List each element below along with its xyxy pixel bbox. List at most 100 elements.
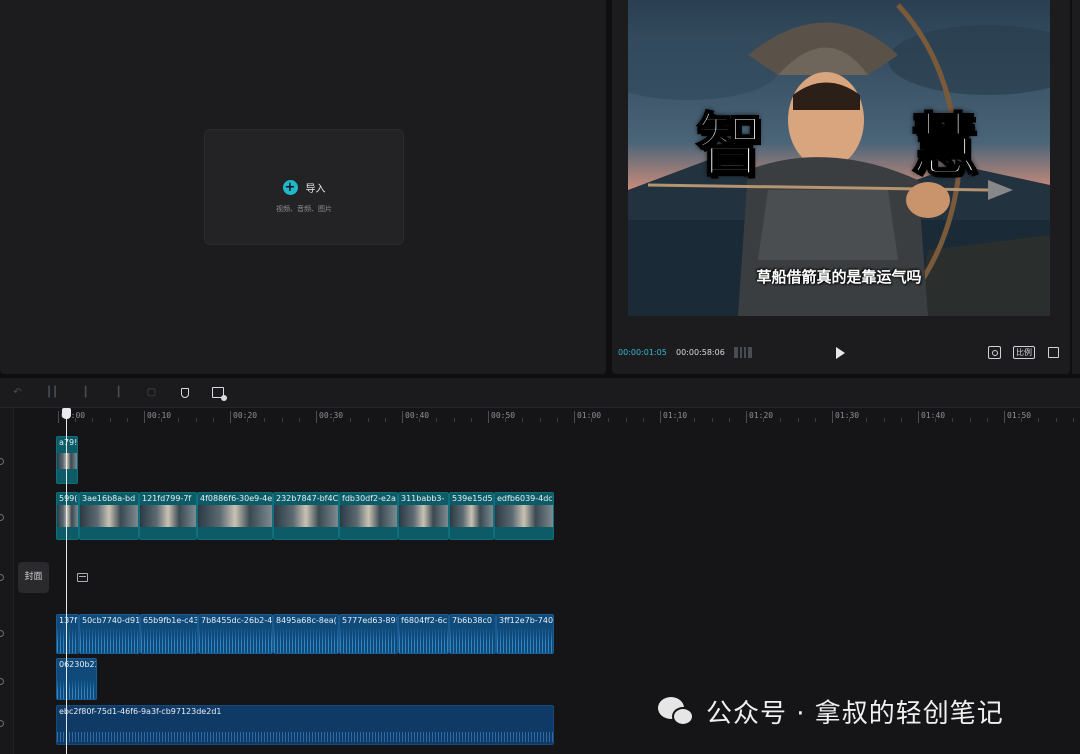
ruler-label: 00:30 [319,411,344,420]
import-hint: 视频、音频、图片 [276,205,332,213]
audio-waveform [274,627,338,653]
split-left-icon[interactable]: ┃ [80,387,91,398]
ratio-button[interactable]: 比例 [1013,346,1035,359]
audio-clip[interactable]: 8495a68c-8ea( [273,614,339,654]
ruler-minor-tick [625,418,627,422]
ruler-minor-tick [1072,418,1074,422]
clip-label: fdb30df2-e2a [342,494,396,503]
clip-thumbnail [340,505,397,527]
track-toggle-icon[interactable] [0,678,4,685]
ruler-label: 01:20 [749,411,774,420]
marker-icon[interactable] [181,388,189,398]
clip-thumbnail [57,505,78,527]
audio-clip[interactable]: 137f [56,614,79,654]
ruler-minor-tick [883,418,885,422]
audio-clip[interactable]: f6804ff2-6c [398,614,449,654]
clip-label: 599( [59,494,78,503]
track-toggle-icon[interactable] [0,458,4,465]
ruler-minor-tick [849,418,851,422]
video-clip[interactable]: 3ae16b8a-bd [79,492,139,540]
music-clip[interactable]: ebc2f80f-75d1-46f6-9a3f-cb97123de2d1 [56,705,554,745]
video-clip[interactable]: 599( [56,492,79,540]
ruler-minor-tick [935,418,937,422]
clip-label: 65b9fb1e-c43 [143,616,198,625]
audio-clip[interactable]: 3ff12e7b-740a [496,614,554,654]
clip-label: 8495a68c-8ea( [276,616,337,625]
subtitle-text: 草船借箭真的是靠运气吗 [756,268,922,286]
ruler-minor-tick [178,418,180,422]
video-clip[interactable]: 539e15d5 [449,492,494,540]
play-icon[interactable] [836,347,845,359]
overlay-clip[interactable]: a79! [56,436,78,484]
ruler-label: 00:40 [405,411,430,420]
caption-left: 智 [695,106,765,186]
audio-clip[interactable]: 7b6b38c0 [449,614,496,654]
ruler-minor-tick [866,418,868,422]
split-right-icon[interactable]: ┃ [113,387,124,398]
ruler-tick [316,411,317,423]
ruler-minor-tick [780,418,782,422]
playhead[interactable] [62,408,71,754]
ruler-tick [1004,411,1005,423]
split-icon[interactable]: ┃┃ [46,387,58,398]
ruler-minor-tick [1055,418,1057,422]
ruler-minor-tick [814,418,816,422]
cover-button[interactable]: 封面 [18,562,49,593]
fullscreen-icon[interactable] [1048,347,1059,358]
import-button[interactable]: + 导入 视频、音频、图片 [204,129,404,245]
audio-clip[interactable]: 5777ed63-89! [339,614,398,654]
video-clip[interactable]: fdb30df2-e2a [339,492,398,540]
clip-thumbnail [140,505,196,527]
ruler-minor-tick [350,418,352,422]
undo-icon[interactable]: ↶ [12,387,23,398]
video-clip[interactable]: 4f0886f6-30e9-4e [197,492,273,540]
ruler-minor-tick [763,418,765,422]
audio-waveform [80,627,139,653]
ruler-minor-tick [986,418,988,422]
video-clip[interactable]: edfb6039-4dc [494,492,554,540]
ruler-minor-tick [384,418,386,422]
ruler-minor-tick [75,418,77,422]
clip-thumbnail [274,505,338,527]
ruler-minor-tick [1021,418,1023,422]
ruler-minor-tick [92,418,94,422]
video-clip[interactable]: 121fd799-7f [139,492,197,540]
grid-icon[interactable] [734,347,752,358]
audio-clip[interactable]: 7b8455dc-26b2-4 [198,614,273,654]
audio-waveform [57,732,553,742]
clip-thumbnail [57,453,77,469]
track-toggle-icon[interactable] [0,720,4,727]
ruler-tick [402,411,403,423]
delete-icon[interactable]: ▢ [146,387,157,398]
track-toggle-icon[interactable] [0,630,4,637]
clip-thumbnail [399,505,448,527]
audio-waveform [450,627,495,653]
track-header-column [0,408,14,754]
audio-clip[interactable]: 50cb7740-d91 [79,614,140,654]
video-clip[interactable]: 311babb3- [398,492,449,540]
ruler-minor-tick [952,418,954,422]
ruler-minor-tick [195,418,197,422]
ruler-minor-tick [126,418,128,422]
video-clip[interactable]: 232b7847-bf4C [273,492,339,540]
time-ruler[interactable]: 00:00 00:10 00:20 00:30 00:40 00:50 01:00 01:10… [56,408,1080,426]
fit-screen-icon[interactable] [988,346,1001,359]
video-preview[interactable]: 智 慧 草船借箭真的是靠运气吗 [628,0,1050,316]
sfx-clip[interactable]: 06230b23 [56,658,97,700]
playhead-handle[interactable] [62,408,71,419]
audio-waveform [399,627,448,653]
audio-clip[interactable]: 65b9fb1e-c43 [140,614,198,654]
picture-in-picture-icon[interactable] [212,387,227,401]
ruler-tick [832,411,833,423]
properties-panel-edge [1072,0,1080,374]
clip-label: 137f [59,616,78,625]
clip-label: 7b8455dc-26b2-4 [201,616,273,625]
plus-circle-icon: + [282,180,298,195]
track-toggle-icon[interactable] [0,514,4,521]
audio-waveform [141,627,197,653]
ruler-minor-tick [969,418,971,422]
caption-right: 慧 [909,106,979,186]
track-toggle-icon[interactable] [0,574,4,581]
ruler-tick [58,411,59,423]
ruler-tick [230,411,231,423]
